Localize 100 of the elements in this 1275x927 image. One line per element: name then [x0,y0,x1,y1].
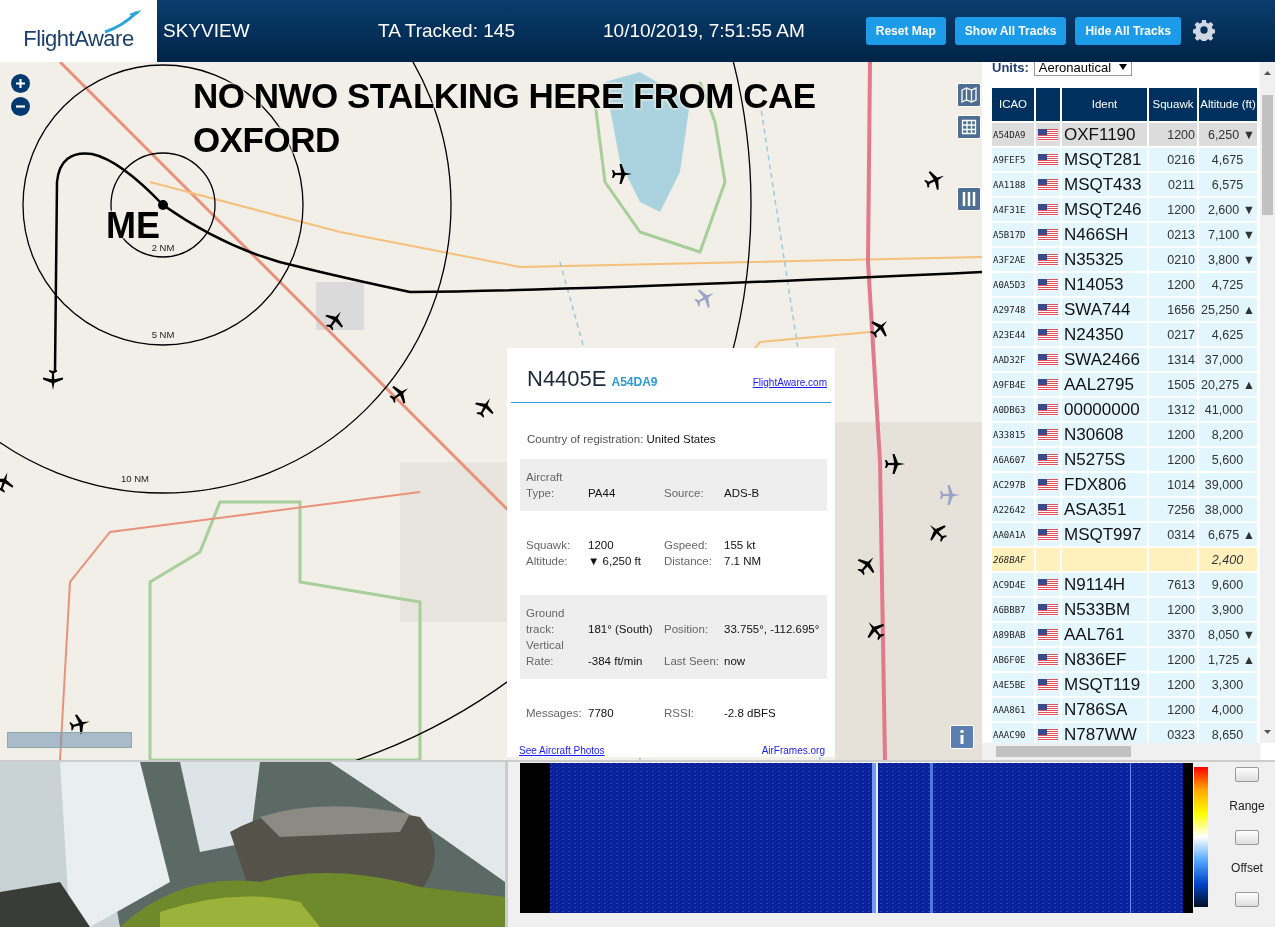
table-cell: 1314 [1149,348,1197,371]
aircraft-icon[interactable] [69,714,90,735]
aircraft-icon[interactable] [870,320,888,338]
aircraft-icon[interactable] [857,557,875,576]
table-cell: N14053 [1062,273,1147,296]
info-icon [957,729,967,745]
scroll-thumb[interactable] [996,746,1131,757]
table-cell: 00000000 [1062,398,1147,421]
table-cell[interactable]: A9FEF5 [992,148,1034,171]
horizontal-scrollbar[interactable] [982,743,1260,760]
vertical-scrollbar[interactable] [1260,62,1275,743]
field-value: now [724,654,747,669]
aircraft-icon[interactable] [325,311,343,331]
airframes-link[interactable]: AirFrames.org [761,745,825,756]
table-cell: OXF1190 [1062,123,1147,146]
column-header[interactable]: Squawk [1149,88,1197,121]
table-cell: 1200 [1149,423,1197,446]
info-button[interactable] [950,725,974,749]
table-cell[interactable]: AB6F0E [992,648,1034,671]
table-cell: 41,000 [1199,398,1258,421]
table-cell: 20,275 ▲ [1199,373,1258,396]
plus-icon [15,78,26,89]
aircraft-icon[interactable] [885,454,905,474]
column-header[interactable]: Ident [1062,88,1147,121]
flag-icon [1038,728,1058,741]
aircraft-icon[interactable] [43,370,63,390]
table-cell: 0323 [1149,723,1197,743]
aircraft-icon[interactable] [867,622,885,641]
aircraft-icon[interactable] [475,398,494,418]
tracked-count: TA Tracked: 145 [378,20,516,42]
table-cell[interactable]: A54DA9 [992,123,1034,146]
aircraft-icon[interactable] [924,171,945,191]
table-cell[interactable]: AC9D4E [992,573,1034,596]
aircraft-icon[interactable] [612,164,632,184]
field-label: Squawk: [526,538,572,553]
table-cell: 8,050 ▼ [1199,623,1258,646]
table-cell[interactable]: A0DB63 [992,398,1034,421]
map-icon [961,87,977,103]
table-cell[interactable]: AAD32F [992,348,1034,371]
table-cell: FDX806 [1062,473,1147,496]
map-layers-button[interactable] [957,83,981,107]
table-cell[interactable]: A6BBB7 [992,598,1034,621]
slider-handle[interactable] [1235,767,1259,782]
table-cell[interactable]: A3F2AE [992,248,1034,271]
field-value: ▼ 6,250 ft [588,554,642,569]
table-cell: ASA351 [1062,498,1147,521]
column-header[interactable]: Altitude (ft) [1199,88,1258,121]
aircraft-icon[interactable] [389,386,409,404]
table-cell[interactable]: A89BAB [992,623,1034,646]
grid-button[interactable] [957,115,981,139]
table-cell[interactable]: AC297B [992,473,1034,496]
field-value: 7780 [588,706,615,721]
table-cell[interactable]: 268BAF [992,548,1034,571]
table-cell[interactable]: A4E5BE [992,673,1034,696]
column-header[interactable]: ICAO [992,88,1034,121]
table-cell[interactable]: AAA861 [992,698,1034,721]
field-label: Source: [664,486,705,501]
table-cell: 25,250 ▲ [1199,298,1258,321]
table-cell[interactable]: A4F31E [992,198,1034,221]
logo[interactable]: FlightAware [0,0,157,62]
flag-icon [1038,603,1058,616]
table-cell[interactable]: A23E44 [992,323,1034,346]
table-cell[interactable]: A29748 [992,298,1034,321]
table-cell[interactable]: A33815 [992,423,1034,446]
table-cell: 1656 [1149,298,1197,321]
table-cell: 0210 [1149,248,1197,271]
aircraft-icon[interactable] [0,472,14,493]
table-cell[interactable]: A6A607 [992,448,1034,471]
photos-link[interactable]: See Aircraft Photos [519,745,605,756]
table-cell[interactable]: AAAC90 [992,723,1034,743]
table-cell: 0211 [1149,173,1197,196]
table-cell[interactable]: A5B17D [992,223,1034,246]
flag-icon [1038,428,1058,441]
scroll-thumb[interactable] [1262,95,1273,215]
columns-icon [961,191,977,207]
flag-icon [1038,503,1058,516]
field-label: Altitude: [526,554,569,569]
column-header [1036,88,1060,121]
field-value: -2.8 dBFS [724,706,777,721]
country-label: Country of registration: [527,433,644,445]
aircraft-icon[interactable] [929,524,947,542]
table-cell: N24350 [1062,323,1147,346]
flightaware-link[interactable]: FlightAware.com [752,377,827,388]
table-cell[interactable]: A22642 [992,498,1034,521]
field-label: Vertical Rate: [526,638,565,669]
table-cell: 1200 [1149,698,1197,721]
units-select[interactable]: Aeronautical [1033,62,1133,76]
slider-handle[interactable] [1235,892,1259,907]
table-cell: AAL2795 [1062,373,1147,396]
settings-icon[interactable] [1193,19,1215,41]
slider-handle[interactable] [1235,829,1259,845]
table-cell[interactable]: AA0A1A [992,523,1034,546]
flag-icon [1038,253,1058,266]
table-cell[interactable]: A0A5D3 [992,273,1034,296]
table-cell[interactable]: AA1188 [992,173,1034,196]
table-cell[interactable]: A9FB4E [992,373,1034,396]
table-cell: 1200 [1149,273,1197,296]
table-cell: SWA2466 [1062,348,1147,371]
columns-button[interactable] [957,187,981,211]
app-title: SKYVIEW [163,20,251,42]
